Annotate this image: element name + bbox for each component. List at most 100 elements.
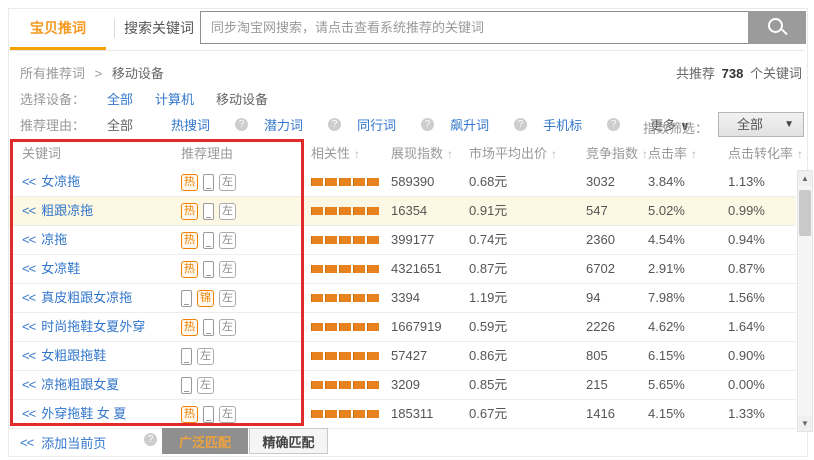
search-icon	[768, 18, 783, 33]
ctr-value: 7.98%	[648, 284, 728, 312]
device-option[interactable]: 移动设备	[216, 89, 268, 108]
reason-option[interactable]: 手机标?	[543, 115, 620, 134]
relevance-bar-segment	[353, 294, 365, 302]
impressions-value: 185311	[391, 400, 469, 428]
cvr-value: 0.99%	[728, 197, 796, 225]
keyword-prefix: <<	[22, 377, 35, 392]
reason-badges-cell: 热左	[181, 255, 311, 283]
relevance-bar-segment	[367, 236, 379, 244]
sort-asc-icon: ↑	[797, 147, 803, 161]
keyword-cell: <<女凉鞋	[9, 255, 181, 283]
keyword-link[interactable]: 时尚拖鞋女夏外穿	[41, 319, 145, 334]
reason-option-label[interactable]: 飙升词	[450, 115, 489, 134]
table-row: <<凉拖粗跟女夏左32090.85元2155.65%0.00%	[9, 371, 796, 400]
keyword-link[interactable]: 女粗跟拖鞋	[41, 348, 106, 363]
help-icon[interactable]: ?	[328, 118, 341, 131]
avg-price-value: 0.87元	[469, 255, 586, 283]
keyword-link[interactable]: 凉拖粗跟女夏	[41, 377, 119, 392]
breadcrumb-root[interactable]: 所有推荐词	[20, 66, 85, 81]
table-body: <<女凉拖热左5893900.68元30323.84%1.13%<<粗跟凉拖热左…	[9, 168, 796, 429]
reason-option[interactable]: 同行词?	[357, 115, 434, 134]
relevance-bar-segment	[353, 410, 365, 418]
relevance-bar-segment	[325, 207, 337, 215]
keyword-prefix: <<	[22, 232, 35, 247]
exact-match-button[interactable]: 精确匹配	[249, 428, 328, 454]
device-option[interactable]: 全部	[107, 89, 133, 108]
reason-option[interactable]: 潜力词?	[264, 115, 341, 134]
competition-value: 547	[586, 197, 648, 225]
sort-asc-icon: ↑	[691, 147, 697, 161]
column-header-label: 竞争指数	[586, 146, 638, 161]
cvr-value: 1.56%	[728, 284, 796, 312]
broad-match-button[interactable]: 广泛匹配	[162, 428, 248, 454]
reason-badges-cell: 锦左	[181, 284, 311, 312]
column-header[interactable]: 竞争指数↑	[586, 140, 648, 168]
index-filter-dropdown[interactable]: 全部 ▼	[718, 112, 804, 137]
column-header-label: 市场平均出价	[469, 146, 547, 161]
reason-option-label[interactable]: 潜力词	[264, 115, 303, 134]
help-icon[interactable]: ?	[514, 118, 527, 131]
search-input[interactable]	[200, 11, 749, 44]
tab-product-keywords[interactable]: 宝贝推词	[10, 10, 106, 46]
add-label: 添加当前页	[41, 433, 106, 452]
total-keywords-summary: 共推荐 738 个关键词	[676, 63, 802, 82]
keyword-link[interactable]: 外穿拖鞋 女 夏	[41, 406, 126, 421]
breadcrumb-separator: >	[95, 66, 103, 81]
relevance-bar-segment	[353, 236, 365, 244]
scrollbar-down-arrow-icon[interactable]: ▼	[798, 416, 812, 431]
tab-search-keywords[interactable]: 搜索关键词	[118, 10, 200, 46]
scrollbar-up-arrow-icon[interactable]: ▲	[798, 171, 812, 186]
impressions-value: 589390	[391, 168, 469, 196]
keyword-cell: <<女粗跟拖鞋	[9, 342, 181, 370]
relevance-bars	[311, 342, 391, 370]
reason-badges-cell: 热左	[181, 400, 311, 428]
ctr-value: 3.84%	[648, 168, 728, 196]
column-header[interactable]: 点击转化率↑	[728, 140, 796, 168]
reason-option-label[interactable]: 全部	[107, 115, 133, 134]
index-filter-value: 全部	[737, 117, 763, 132]
relevance-bar-segment	[367, 410, 379, 418]
avg-price-value: 0.74元	[469, 226, 586, 254]
keyword-link[interactable]: 凉拖	[41, 232, 67, 247]
help-icon[interactable]: ?	[607, 118, 620, 131]
reason-option-label[interactable]: 手机标	[543, 115, 582, 134]
reason-filter-row: 推荐理由： 全部热搜词?潜力词?同行词?飙升词?手机标? 更多∨	[20, 115, 690, 134]
avg-price-value: 0.67元	[469, 400, 586, 428]
reason-option[interactable]: 全部	[107, 115, 155, 134]
help-icon[interactable]: ?	[235, 118, 248, 131]
reason-option[interactable]: 热搜词?	[171, 115, 248, 134]
hot-badge: 热	[181, 261, 198, 278]
reason-option-label[interactable]: 同行词	[357, 115, 396, 134]
relevance-bars	[311, 255, 391, 283]
left-badge: 左	[219, 319, 236, 336]
relevance-bars	[311, 400, 391, 428]
help-icon[interactable]: ?	[421, 118, 434, 131]
column-header[interactable]: 点击率↑	[648, 140, 728, 168]
ctr-value: 4.15%	[648, 400, 728, 428]
device-option[interactable]: 计算机	[155, 89, 194, 108]
hot-badge: 热	[181, 174, 198, 191]
left-badge: 左	[219, 232, 236, 249]
column-header[interactable]: 市场平均出价↑	[469, 140, 586, 168]
reason-option-label[interactable]: 热搜词	[171, 115, 210, 134]
reason-option[interactable]: 飙升词?	[450, 115, 527, 134]
relevance-bar-segment	[311, 178, 323, 186]
vertical-scrollbar[interactable]: ▲ ▼	[797, 170, 813, 432]
keyword-link[interactable]: 女凉鞋	[41, 261, 80, 276]
relevance-bar-segment	[339, 178, 351, 186]
table-row: <<真皮粗跟女凉拖锦左33941.19元947.98%1.56%	[9, 284, 796, 313]
search-button[interactable]	[748, 11, 806, 44]
help-icon[interactable]: ?	[144, 433, 157, 446]
avg-price-value: 0.86元	[469, 342, 586, 370]
column-header[interactable]: 相关性↑	[311, 140, 391, 168]
add-current-page-link[interactable]: << 添加当前页	[20, 433, 106, 452]
keyword-prefix: <<	[22, 290, 35, 305]
column-header[interactable]: 展现指数↑	[391, 140, 469, 168]
keyword-link[interactable]: 粗跟凉拖	[41, 203, 93, 218]
table-row: <<外穿拖鞋 女 夏热左1853110.67元14164.15%1.33%	[9, 400, 796, 429]
left-badge: 左	[219, 203, 236, 220]
relevance-bar-segment	[339, 410, 351, 418]
keyword-link[interactable]: 真皮粗跟女凉拖	[41, 290, 132, 305]
keyword-link[interactable]: 女凉拖	[41, 174, 80, 189]
scrollbar-thumb[interactable]	[799, 190, 811, 236]
